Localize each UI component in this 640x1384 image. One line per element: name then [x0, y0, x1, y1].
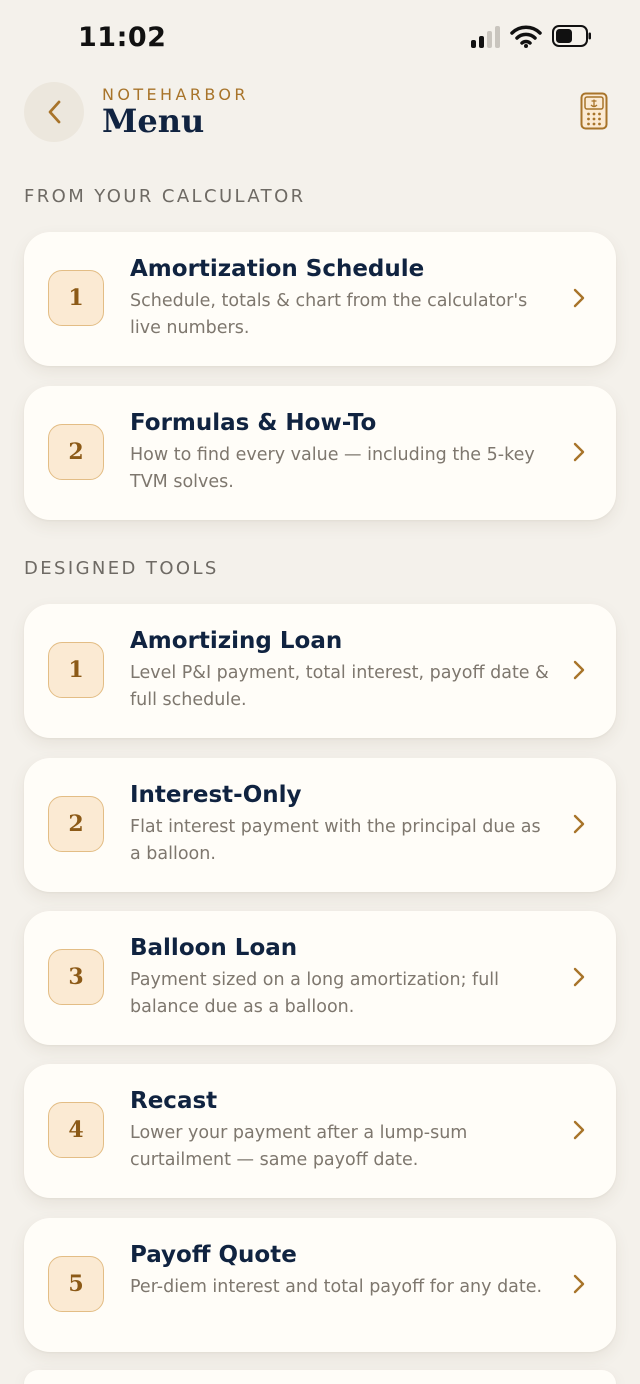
item-number-badge: 1 [48, 642, 104, 698]
menu-item-interest-only[interactable]: 2 Interest-Only Flat interest payment wi… [24, 758, 616, 892]
item-title: Recast [130, 1088, 218, 1114]
item-number-badge: 2 [48, 796, 104, 852]
calculator-icon[interactable] [580, 92, 608, 130]
menu-item-formulas-how-to[interactable]: 2 Formulas & How-To How to find every va… [24, 386, 616, 520]
item-title: Amortization Schedule [130, 256, 425, 282]
status-icons [471, 24, 592, 48]
item-title: Balloon Loan [130, 935, 298, 961]
item-title: Interest-Only [130, 782, 302, 808]
chevron-right-icon [573, 1274, 585, 1294]
cellular-signal-icon [471, 24, 500, 48]
page-title: Menu [102, 102, 205, 140]
chevron-right-icon [573, 967, 585, 987]
chevron-right-icon [573, 1120, 585, 1140]
battery-icon [552, 25, 591, 47]
item-description: Lower your payment after a lump-sum curt… [130, 1123, 468, 1170]
menu-item-payoff-quote[interactable]: 5 Payoff Quote Per-diem interest and tot… [24, 1218, 616, 1352]
item-title: Amortizing Loan [130, 628, 343, 654]
status-bar: 11:02 [0, 0, 640, 70]
menu-item-recast[interactable]: 4 Recast Lower your payment after a lump… [24, 1064, 616, 1198]
chevron-right-icon [573, 814, 585, 834]
chevron-left-icon [48, 100, 61, 124]
back-button[interactable] [24, 82, 84, 142]
page-header: NOTEHARBOR Menu [24, 80, 616, 150]
item-description: Flat interest payment with the principal… [130, 817, 541, 864]
menu-item-balloon-loan[interactable]: 3 Balloon Loan Payment sized on a long a… [24, 911, 616, 1045]
item-number-badge: 3 [48, 949, 104, 1005]
item-title: Formulas & How-To [130, 410, 377, 436]
section-label-from-calculator: FROM YOUR CALCULATOR [24, 186, 306, 207]
item-title: Payoff Quote [130, 1242, 297, 1268]
item-description: Per-diem interest and total payoff for a… [130, 1277, 543, 1297]
item-number-badge: 2 [48, 424, 104, 480]
item-description: Payment sized on a long amortization; fu… [130, 970, 500, 1017]
menu-item-amortization-schedule[interactable]: 1 Amortization Schedule Schedule, totals… [24, 232, 616, 366]
section-label-designed-tools: DESIGNED TOOLS [24, 558, 219, 579]
item-number-badge: 4 [48, 1102, 104, 1158]
status-time: 11:02 [78, 22, 167, 53]
menu-item-next-partial[interactable] [24, 1370, 616, 1384]
item-description: How to find every value — including the … [130, 445, 535, 492]
item-number-badge: 1 [48, 270, 104, 326]
menu-item-amortizing-loan[interactable]: 1 Amortizing Loan Level P&I payment, tot… [24, 604, 616, 738]
wifi-icon [510, 25, 542, 48]
item-description: Schedule, totals & chart from the calcul… [130, 291, 528, 338]
item-number-badge: 5 [48, 1256, 104, 1312]
chevron-right-icon [573, 288, 585, 308]
chevron-right-icon [573, 660, 585, 680]
item-description: Level P&I payment, total interest, payof… [130, 663, 549, 710]
chevron-right-icon [573, 442, 585, 462]
